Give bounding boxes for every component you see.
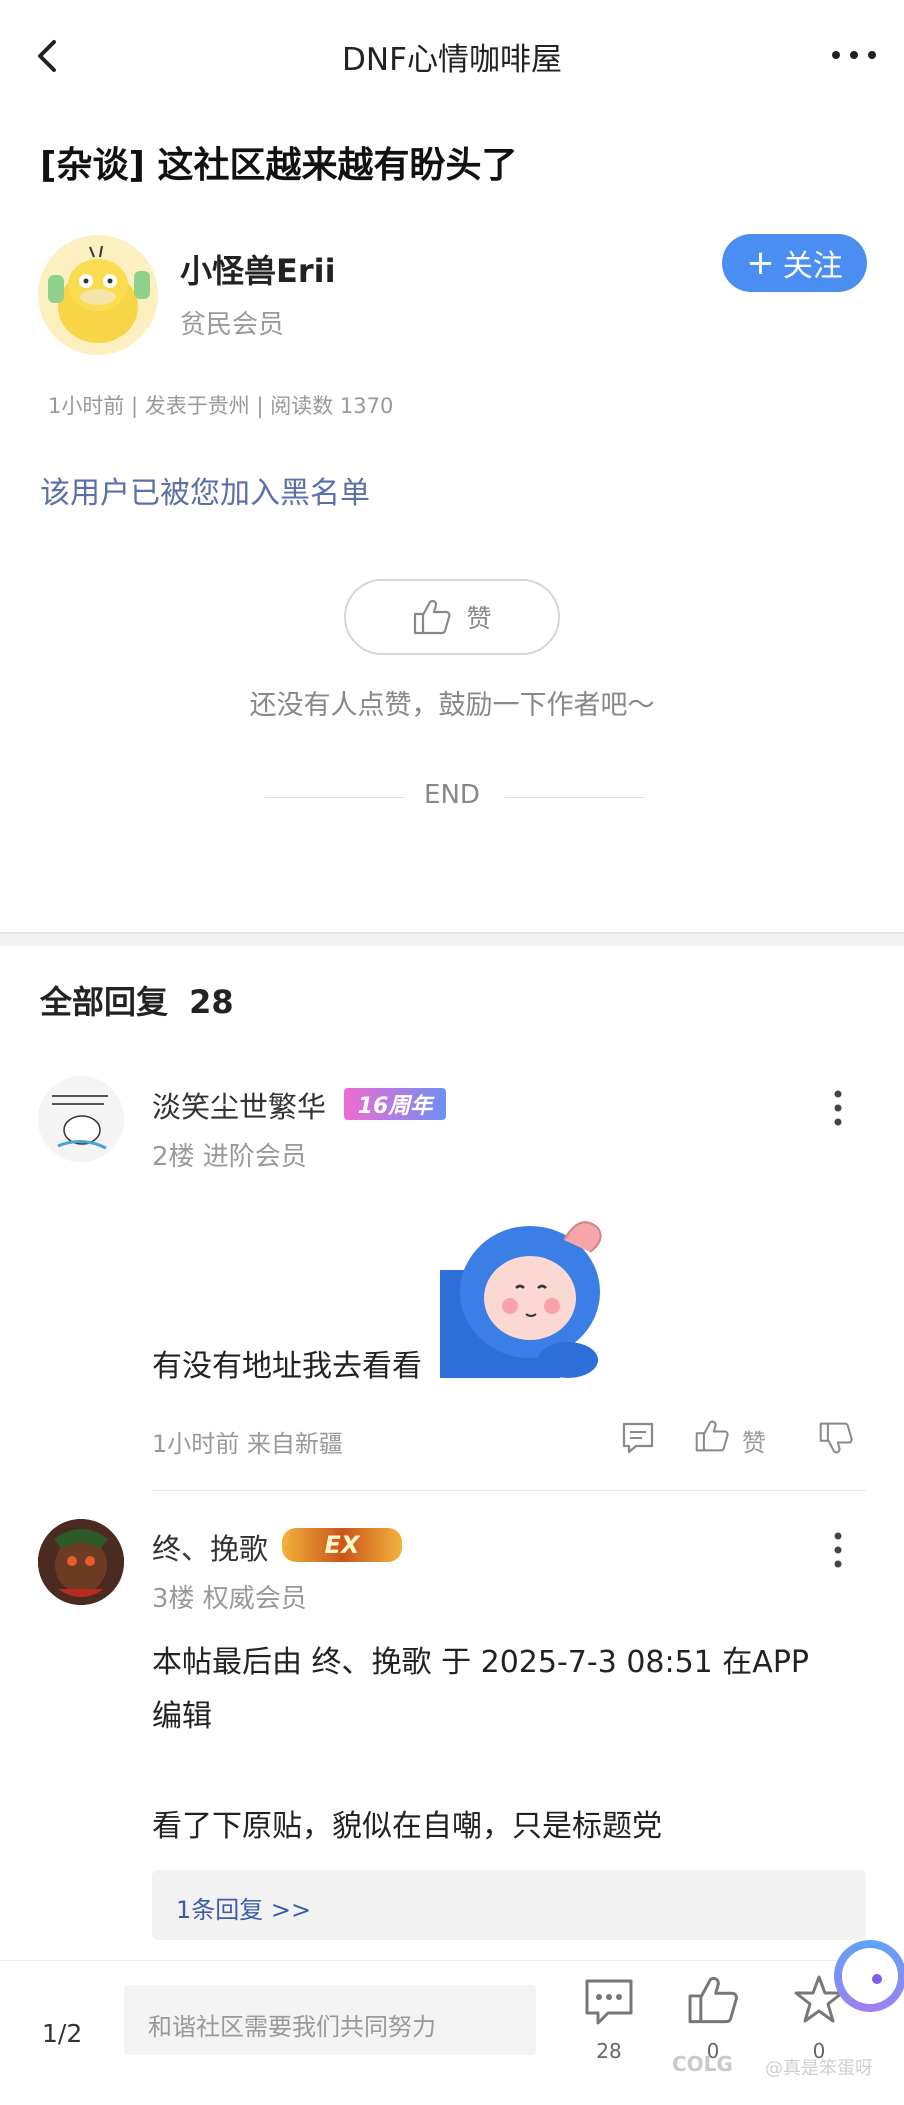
follow-button[interactable]: + 关注	[722, 234, 867, 292]
reply-divider	[152, 1490, 866, 1491]
plus-icon: +	[746, 243, 775, 283]
reply-username[interactable]: 淡笑尘世繁华	[152, 1084, 326, 1126]
author-avatar[interactable]	[38, 235, 158, 355]
comment-input[interactable]: 和谐社区需要我们共同努力	[124, 1985, 536, 2055]
ex-level-badge: EX	[282, 1528, 402, 1562]
assistant-inner	[842, 1948, 898, 2004]
post-title: [杂谈] 这社区越来越有盼头了	[40, 145, 518, 186]
reply-more-icon[interactable]	[828, 1530, 848, 1570]
reply-text: 有没有地址我去看看	[152, 1349, 422, 1384]
author-rank: 贫民会员	[180, 310, 285, 340]
watermark-logo: COLG	[672, 2052, 733, 2076]
reply-username[interactable]: 终、挽歌	[152, 1526, 268, 1568]
like-hint-text: 还没有人点赞，鼓励一下作者吧～	[249, 690, 655, 721]
warrior-avatar-icon	[38, 1519, 124, 1605]
follow-label: 关注	[782, 249, 843, 284]
thumbs-up-icon	[414, 599, 451, 635]
reply-avatar[interactable]	[38, 1519, 124, 1605]
thumbs-down-icon[interactable]	[818, 1420, 854, 1456]
blue-mascot-sticker	[440, 1221, 602, 1378]
bottom-action-bar: 1/2 和谐社区需要我们共同努力 28 0 0	[0, 1960, 904, 2105]
comment-count: 28	[596, 2039, 622, 2063]
more-options-icon[interactable]	[830, 40, 878, 70]
assistant-dot-icon	[872, 1974, 882, 1984]
section-separator	[0, 932, 904, 946]
blacklist-notice: 该用户已被您加入黑名单	[40, 476, 370, 511]
comment-icon[interactable]	[582, 1975, 636, 2029]
reply-edit-note-cont: 编辑	[152, 1699, 212, 1734]
page-title: DNF心情咖啡屋	[342, 42, 562, 78]
like-post-button[interactable]: 赞	[344, 579, 560, 655]
like-label: 赞	[466, 604, 492, 633]
post-meta: 1小时前 | 发表于贵州 | 阅读数 1370	[48, 394, 394, 418]
thumbs-up-icon[interactable]	[694, 1418, 730, 1454]
top-nav-bar: DNF心情咖啡屋	[0, 0, 904, 110]
end-divider-right	[505, 797, 645, 798]
thumbs-up-icon[interactable]	[686, 1973, 740, 2027]
floating-assistant-button[interactable]	[834, 1940, 904, 2012]
reply-text: 看了下原贴，貌似在自嘲，只是标题党	[152, 1809, 662, 1844]
watermark-handle: @真是笨蛋呀	[765, 2058, 873, 2079]
sub-reply-box[interactable]: 1条回复 >>	[152, 1870, 866, 1940]
replies-count: 28	[189, 983, 234, 1021]
comment-icon[interactable]	[620, 1420, 656, 1456]
psyduck-avatar-icon	[38, 235, 158, 355]
reply-floor-rank: 3楼 权威会员	[152, 1584, 307, 1614]
view-sub-replies-link[interactable]: 1条回复 >>	[176, 1890, 311, 1925]
anniversary-badge: 16周年	[344, 1088, 446, 1120]
replies-header: 全部回复 28	[40, 977, 234, 1023]
end-label: END	[424, 780, 480, 810]
reply-meta: 1小时前 来自新疆	[152, 1430, 343, 1458]
reply-more-icon[interactable]	[828, 1088, 848, 1128]
replies-header-label: 全部回复	[40, 983, 169, 1021]
meme-avatar-icon	[38, 1076, 124, 1162]
author-name[interactable]: 小怪兽Erii	[180, 246, 336, 292]
page-indicator[interactable]: 1/2	[42, 2019, 82, 2048]
reply-avatar[interactable]	[38, 1076, 124, 1162]
reply-floor-rank: 2楼 进阶会员	[152, 1142, 307, 1172]
reply-edit-note: 本帖最后由 终、挽歌 于 2025-7-3 08:51 在APP	[152, 1645, 810, 1680]
reply-like-label[interactable]: 赞	[742, 1423, 766, 1458]
